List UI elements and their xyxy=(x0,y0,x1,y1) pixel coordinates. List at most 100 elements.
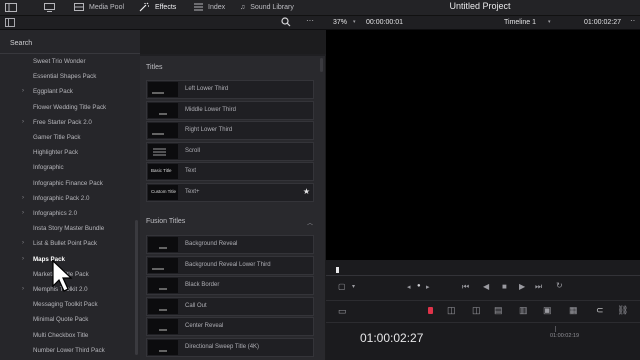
expand-arrow-icon[interactable]: › xyxy=(22,286,24,292)
tab-label: Effects xyxy=(155,4,177,11)
jog-dot-icon[interactable]: ● xyxy=(417,283,421,289)
replace-clip-icon[interactable]: ▤ xyxy=(494,305,503,316)
more-options-icon[interactable]: ··· xyxy=(306,16,314,25)
tree-scrollbar[interactable] xyxy=(135,220,138,355)
tree-item[interactable]: Multi Checkbox Title xyxy=(0,329,138,343)
divider xyxy=(0,53,140,54)
crop-icon[interactable]: ▢ xyxy=(338,282,346,291)
crop-chevron-down-icon[interactable]: ▾ xyxy=(352,283,355,290)
stop-icon[interactable]: ■ xyxy=(502,282,507,291)
play-reverse-icon[interactable]: ◀ xyxy=(483,282,489,291)
snapping-icon[interactable]: ⊂ xyxy=(596,305,604,316)
effect-item[interactable]: Center Reveal xyxy=(146,317,314,336)
tree-item[interactable]: Sweet Trio Wonder xyxy=(0,55,138,69)
tree-item[interactable]: Infographic xyxy=(0,161,138,175)
effect-thumbnail: Custom Title xyxy=(148,184,178,200)
insert-clip-icon[interactable]: ◫ xyxy=(447,305,456,316)
tree-item[interactable]: › Eggplant Pack xyxy=(0,85,138,99)
tree-item[interactable]: › Free Starter Pack 2.0 xyxy=(0,116,138,130)
tree-item[interactable]: Essential Shapes Pack xyxy=(0,70,138,84)
tree-item[interactable]: Messaging Toolkit Pack xyxy=(0,298,138,312)
expand-arrow-icon[interactable]: › xyxy=(22,195,24,201)
monitor-icon[interactable] xyxy=(44,0,55,15)
thumbnail-text: Basic Title xyxy=(151,168,172,173)
project-title: Untitled Project xyxy=(449,1,511,11)
link-icon[interactable]: ⛓ xyxy=(617,305,628,316)
ripple-overwrite-icon[interactable]: ▦ xyxy=(569,305,578,316)
effect-item[interactable]: Left Lower Third xyxy=(146,80,314,99)
source-timecode: 00:00:00:01 xyxy=(366,19,403,26)
timeline-selector[interactable]: Timeline 1 xyxy=(504,19,536,26)
expand-arrow-icon[interactable]: › xyxy=(22,210,24,216)
effect-item[interactable]: Middle Lower Third xyxy=(146,100,314,120)
effect-name: Directional Sweep Title (4K) xyxy=(185,343,260,350)
tab-sound-library[interactable]: ♫ Sound Library xyxy=(240,0,294,15)
tab-media-pool[interactable]: Media Pool xyxy=(74,0,124,15)
jog-left-icon[interactable]: ◂ xyxy=(407,283,411,291)
sidebar-toggle-icon[interactable] xyxy=(5,18,15,29)
search-field[interactable]: Search xyxy=(0,36,140,52)
tab-effects[interactable]: Effects xyxy=(139,0,176,15)
effect-item[interactable]: Scroll xyxy=(146,141,314,161)
effect-item[interactable]: Call Out xyxy=(146,296,314,316)
skip-to-end-icon[interactable]: ⏭ xyxy=(535,282,542,292)
loop-icon[interactable]: ↻ xyxy=(556,281,563,290)
search-icon[interactable] xyxy=(281,17,291,29)
overwrite-clip-icon[interactable]: ◫ xyxy=(472,305,481,316)
effect-item[interactable]: Right Lower Third xyxy=(146,121,314,140)
mark-clip-icon[interactable] xyxy=(428,307,433,314)
tree-item[interactable]: Gamer Title Pack xyxy=(0,131,138,145)
zoom-level[interactable]: 37% xyxy=(333,19,347,26)
effect-thumbnail xyxy=(148,102,178,118)
expand-arrow-icon[interactable]: › xyxy=(22,88,24,94)
effect-thumbnail xyxy=(148,123,178,138)
expand-arrow-icon[interactable]: › xyxy=(22,240,24,246)
scrubber-track[interactable] xyxy=(326,275,640,276)
play-icon[interactable]: ▶ xyxy=(519,282,525,291)
effects-scrollbar[interactable] xyxy=(320,58,323,72)
fit-to-fill-icon[interactable]: ▥ xyxy=(519,305,528,316)
search-label: Search xyxy=(10,40,33,47)
collapse-chevron-icon[interactable]: ︿ xyxy=(307,218,313,227)
skip-to-start-icon[interactable]: ⏮ xyxy=(462,282,469,292)
effects-icon xyxy=(139,2,150,14)
zoom-chevron-down-icon[interactable]: ▾ xyxy=(353,19,356,25)
effect-item[interactable]: Background Reveal xyxy=(146,235,314,254)
playhead[interactable] xyxy=(336,267,339,273)
effect-item[interactable]: Directional Sweep Title (4K) xyxy=(146,337,314,357)
effect-name: Background Reveal Lower Third xyxy=(185,261,271,268)
timeline-chevron-down-icon[interactable]: ▾ xyxy=(548,19,551,25)
tree-item-label: Gamer Title Pack xyxy=(33,134,81,141)
expand-arrow-icon[interactable]: › xyxy=(22,256,24,262)
divider xyxy=(326,322,640,323)
tree-item[interactable]: Infographic Finance Pack xyxy=(0,177,138,191)
edit-overlay-icon[interactable]: ▭ xyxy=(338,306,347,317)
tree-item-label: Sweet Trio Wonder xyxy=(33,58,86,65)
tab-label: Index xyxy=(208,4,226,11)
tree-item[interactable]: Highlighter Pack xyxy=(0,146,138,160)
effect-item[interactable]: Background Reveal Lower Third xyxy=(146,255,314,275)
viewer-options-icon[interactable]: ·· xyxy=(630,16,635,25)
tree-item-label: Eggplant Pack xyxy=(33,88,73,96)
effect-thumbnail xyxy=(148,319,178,334)
tree-item[interactable]: › List & Bullet Point Pack xyxy=(0,237,138,251)
jog-right-icon[interactable]: ▸ xyxy=(426,283,430,291)
tree-item[interactable]: Number Lower Third Pack xyxy=(0,344,138,358)
effect-thumbnail xyxy=(148,257,178,273)
favorite-star-icon[interactable]: ★ xyxy=(303,187,310,196)
tree-item[interactable]: Insta Story Master Bundle xyxy=(0,222,138,236)
expand-arrow-icon[interactable]: › xyxy=(22,119,24,125)
effect-item[interactable]: Custom Title Text+ ★ xyxy=(146,182,314,202)
tree-item[interactable]: › Infographic Pack 2.0 xyxy=(0,192,138,206)
divider xyxy=(326,300,640,301)
place-on-top-icon[interactable]: ▣ xyxy=(543,305,552,316)
tree-item[interactable]: Flower Wedding Title Pack xyxy=(0,101,138,115)
panel-icon[interactable] xyxy=(5,0,17,15)
viewer-canvas[interactable] xyxy=(326,30,640,260)
tree-item[interactable]: › Infographics 2.0 xyxy=(0,207,138,221)
tab-index[interactable]: Index xyxy=(194,0,225,15)
current-timecode: 01:00:02:27 xyxy=(360,331,424,345)
effect-item[interactable]: Black Border xyxy=(146,276,314,295)
effect-item[interactable]: Basic Title Text xyxy=(146,162,314,181)
tree-item[interactable]: Minimal Quote Pack xyxy=(0,313,138,327)
